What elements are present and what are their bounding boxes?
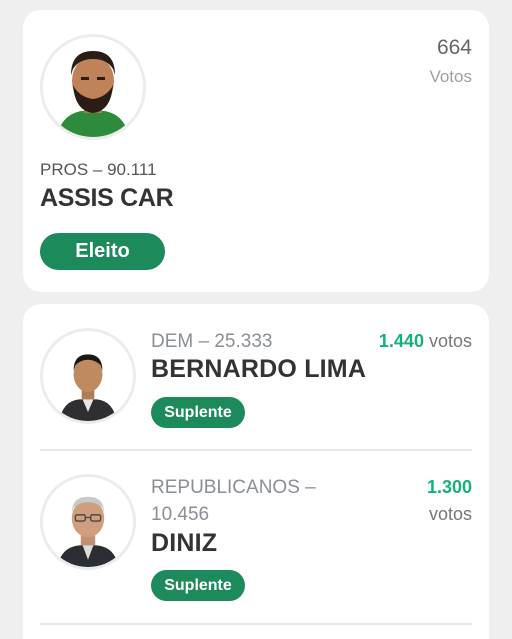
status-badge-eleito: Eleito bbox=[40, 233, 165, 270]
candidates-list-card: DEM – 25.333 1.440 votos BERNARDO LIMA S… bbox=[23, 304, 489, 639]
party-line-2: 10.456 bbox=[151, 504, 210, 525]
votes-number: 1.440 bbox=[378, 331, 424, 351]
status-badge-suplente: Suplente bbox=[151, 570, 245, 601]
status-badge-suplente: Suplente bbox=[151, 397, 245, 428]
person-photo-icon bbox=[43, 331, 133, 421]
party-number: PROS – 90.111 bbox=[40, 160, 157, 179]
candidate-photo-avatar bbox=[40, 328, 136, 424]
party-line-1: REPUBLICANOS – bbox=[151, 477, 316, 498]
votes-label: Votos bbox=[429, 67, 472, 86]
person-photo-icon bbox=[43, 477, 133, 567]
party-number: DEM – 25.333 bbox=[151, 331, 273, 352]
person-photo-icon bbox=[43, 37, 143, 137]
candidate-name: ASSIS CAR bbox=[40, 184, 174, 212]
party-number: REPUBLICANOS – 10.456 bbox=[151, 474, 316, 528]
votes-count: 1.300 votos bbox=[427, 474, 472, 528]
candidate-photo-avatar bbox=[40, 34, 146, 140]
candidate-name: DINIZ bbox=[151, 529, 218, 557]
candidate-photo-avatar bbox=[40, 474, 136, 570]
votes-label: votos bbox=[428, 331, 472, 351]
votes-label: votos bbox=[428, 504, 472, 524]
candidate-name: BERNARDO LIMA bbox=[151, 355, 367, 383]
divider bbox=[40, 623, 472, 625]
votes-count: 664 bbox=[436, 36, 472, 59]
votes-count: 1.440 votos bbox=[379, 328, 472, 355]
divider bbox=[40, 449, 472, 451]
votes-number: 1.300 bbox=[426, 477, 472, 497]
elected-candidate-card[interactable]: 664 Votos PROS – 90.111 ASSIS CAR Eleito bbox=[23, 10, 489, 292]
